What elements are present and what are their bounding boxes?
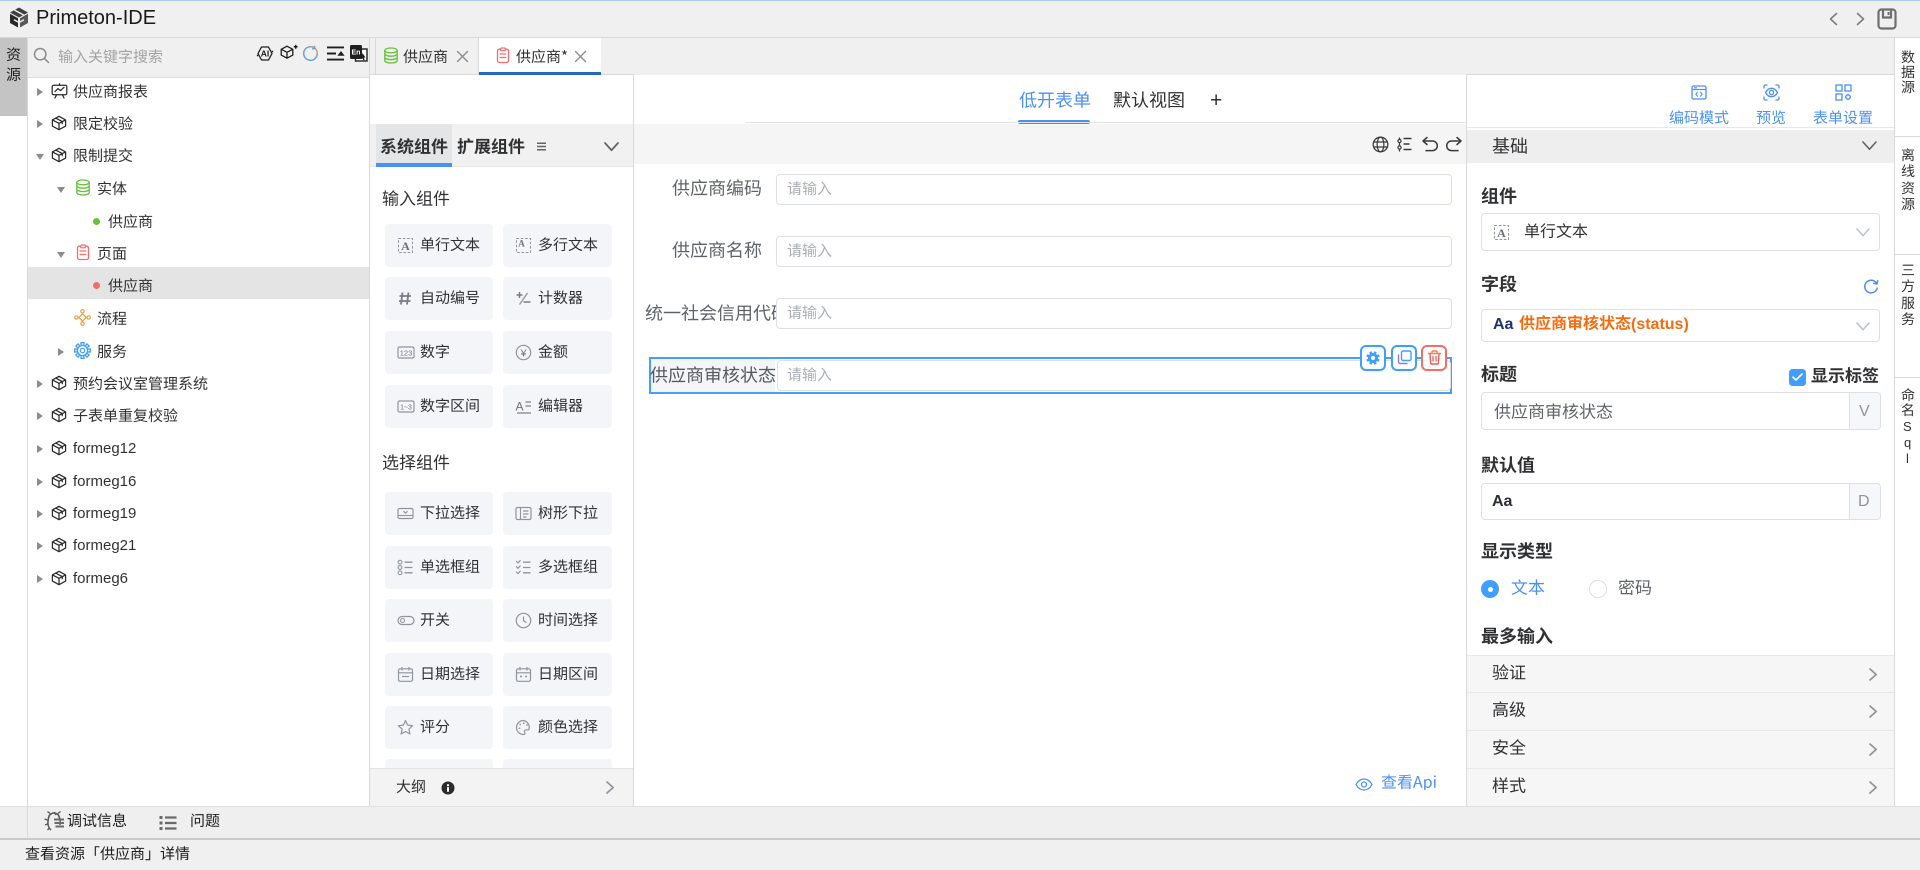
svg-text:A: A bbox=[518, 239, 525, 249]
svg-text:A: A bbox=[1497, 226, 1506, 240]
svg-text:123: 123 bbox=[400, 349, 413, 358]
svg-text:A: A bbox=[515, 400, 523, 414]
svg-text:AI: AI bbox=[261, 49, 270, 59]
svg-text:¥: ¥ bbox=[520, 348, 527, 360]
svg-text:A: A bbox=[401, 239, 410, 253]
svg-text:En: En bbox=[352, 50, 361, 57]
svg-text:1~3: 1~3 bbox=[400, 405, 412, 412]
